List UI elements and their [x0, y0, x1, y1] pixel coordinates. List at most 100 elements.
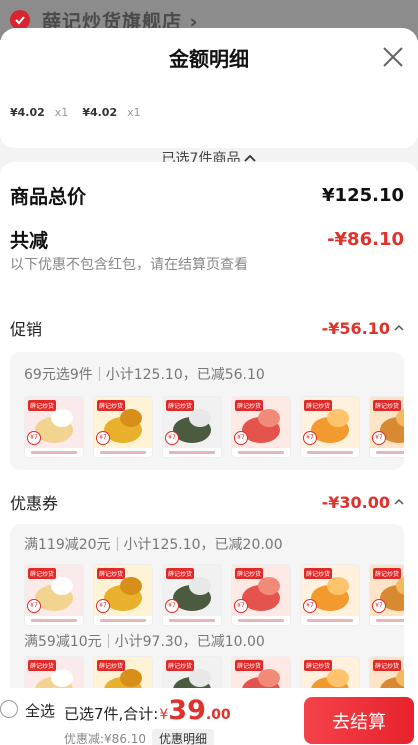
group-title: 满119减20元 — [24, 537, 111, 553]
group-header: 69元选9件 小计125.10，已减56.10 — [10, 352, 404, 396]
product-thumbnail[interactable]: 薛记炒货 ¥7 — [24, 396, 84, 458]
promotion-label: 促销 — [10, 320, 43, 339]
price-badge: ¥7 — [372, 599, 386, 613]
reduce-row: 共减 -¥86.10 — [10, 226, 404, 253]
brand-tag: 薛记炒货 — [166, 660, 195, 671]
brand-tag: 薛记炒货 — [373, 568, 402, 579]
amount-decimal: .00 — [205, 707, 231, 723]
coupon-group: 满119减20元 小计125.10，已减20.00 薛记炒货 ¥7 薛记炒货 ¥7 薛记… — [10, 524, 404, 688]
product-thumbnail[interactable]: 薛记炒货 ¥7 — [231, 396, 291, 458]
total-value: ¥125.10 — [322, 185, 404, 206]
product-thumbnail[interactable]: 薛记炒货 ¥7 — [231, 564, 291, 626]
brand-tag: 薛记炒货 — [304, 660, 333, 671]
currency-symbol: ¥ — [159, 707, 169, 723]
price-badge: ¥7 — [234, 431, 248, 445]
chevron-up-icon — [394, 324, 404, 331]
brand-tag: 薛记炒货 — [28, 400, 57, 411]
price-badge: ¥7 — [303, 431, 317, 445]
group-title: 满59减10元 — [24, 634, 102, 650]
checkout-button[interactable]: 去结算 — [304, 697, 414, 744]
brand-tag: 薛记炒货 — [166, 568, 195, 579]
discount-line: 优惠减:¥86.10 优惠明细 — [64, 729, 215, 745]
product-thumbnail[interactable]: 薛记炒货 ¥7 — [162, 396, 222, 458]
reduce-value: -¥86.10 — [327, 229, 404, 250]
brand-tag: 薛记炒货 — [97, 568, 126, 579]
reduce-label: 共减 — [10, 230, 49, 252]
brand-tag: 薛记炒货 — [97, 660, 126, 671]
select-all-radio[interactable] — [0, 700, 18, 718]
brand-tag: 薛记炒货 — [304, 568, 333, 579]
promotion-value: -¥56.10 — [321, 318, 390, 338]
product-thumbnail[interactable]: 薛记炒货 ¥7 — [369, 564, 404, 626]
sheet-header: 金额明细 — [0, 28, 418, 86]
group-subtotal: 小计97.30，已减10.00 — [114, 634, 265, 650]
brand-tag: 薛记炒货 — [97, 400, 126, 411]
price-badge: ¥7 — [27, 431, 41, 445]
item-price: ¥4.02 x1 — [10, 106, 69, 119]
promotion-group: 69元选9件 小计125.10，已减56.10 薛记炒货 ¥7 薛记炒货 ¥7 薛记炒货… — [10, 352, 404, 470]
product-thumbnail[interactable]: 薛记炒货¥7 — [93, 656, 153, 688]
total-summary: 已选7件,合计: ¥ 39 .00 — [64, 695, 231, 726]
discount-detail-button[interactable]: 优惠明细 — [152, 729, 215, 745]
price-badge: ¥7 — [96, 431, 110, 445]
sheet-title: 金额明细 — [169, 46, 249, 71]
price-badge: ¥7 — [234, 599, 248, 613]
checkout-bar: 全选 已选7件,合计: ¥ 39 .00 优惠减:¥86.10 优惠明细 去结算 — [0, 688, 418, 745]
close-icon — [383, 47, 403, 67]
price-badge: ¥7 — [165, 599, 179, 613]
product-thumbnail[interactable]: 薛记炒货 ¥7 — [300, 396, 360, 458]
select-all-label[interactable]: 全选 — [25, 700, 55, 721]
brand-tag: 薛记炒货 — [166, 400, 195, 411]
price-badge: ¥7 — [96, 599, 110, 613]
product-thumbnail[interactable]: 薛记炒货 ¥7 — [300, 564, 360, 626]
product-thumbnail[interactable]: 薛记炒货¥7 — [162, 656, 222, 688]
chevron-up-icon — [394, 498, 404, 505]
discount-note: 以下优惠不包含红包，请在结算页查看 — [10, 257, 248, 273]
amount-detail-sheet: ¥4.02 x1 ¥4.02 x1 已选7件商品 金额明细 商品总价 ¥125.10… — [0, 28, 418, 688]
product-thumbnail[interactable]: 薛记炒货 ¥7 — [93, 564, 153, 626]
coupon-value-group: -¥30.00 — [322, 493, 404, 512]
discount-amount: 优惠减:¥86.10 — [64, 732, 147, 745]
product-thumbs: 薛记炒货 ¥7 薛记炒货 ¥7 薛记炒货 ¥7 薛记炒货 ¥7 薛记炒货 ¥7 薛记炒货 ¥7 — [10, 564, 404, 626]
price-badge: ¥7 — [165, 431, 179, 445]
coupon-label: 优惠券 — [10, 494, 59, 513]
product-thumbnail[interactable]: 薛记炒货 ¥7 — [24, 564, 84, 626]
brand-tag: 薛记炒货 — [28, 568, 57, 579]
product-thumbnail[interactable]: 薛记炒货 ¥7 — [162, 564, 222, 626]
group-subtotal: 小计125.10，已减56.10 — [105, 367, 265, 383]
brand-tag: 薛记炒货 — [235, 568, 264, 579]
product-thumbnail[interactable]: 薛记炒货¥7 — [24, 656, 84, 688]
price-badge: ¥7 — [372, 431, 386, 445]
product-thumbnail[interactable]: 薛记炒货 ¥7 — [93, 396, 153, 458]
product-thumbnail[interactable]: 薛记炒货¥7 — [231, 656, 291, 688]
price-badge: ¥7 — [303, 599, 317, 613]
price-badge: ¥7 — [27, 599, 41, 613]
group-title: 69元选9件 — [24, 367, 93, 383]
brand-tag: 薛记炒货 — [28, 660, 57, 671]
store-check-icon[interactable] — [10, 10, 30, 30]
brand-tag: 薛记炒货 — [373, 660, 402, 671]
group-header: 满119减20元 小计125.10，已减20.00 — [10, 524, 404, 564]
close-button[interactable] — [378, 42, 408, 72]
group-header: 满59减10元 小计97.30，已减10.00 — [10, 626, 404, 656]
total-label: 商品总价 — [10, 186, 87, 208]
brand-tag: 薛记炒货 — [304, 400, 333, 411]
group-subtotal: 小计125.10，已减20.00 — [123, 537, 283, 553]
brand-tag: 薛记炒货 — [235, 660, 264, 671]
summary-prefix: 已选7件,合计: — [64, 705, 159, 723]
product-thumbnail[interactable]: 薛记炒货 ¥7 — [369, 396, 404, 458]
amount-integer: 39 — [168, 695, 206, 726]
brand-tag: 薛记炒货 — [373, 400, 402, 411]
product-thumbnail[interactable]: 薛记炒货¥7 — [369, 656, 404, 688]
item-price: ¥4.02 x1 — [82, 106, 141, 119]
price-strip: ¥4.02 x1 ¥4.02 x1 — [10, 106, 141, 119]
brand-tag: 薛记炒货 — [235, 400, 264, 411]
price-summary-card: 商品总价 ¥125.10 共减 -¥86.10 以下优惠不包含红包，请在结算页查… — [0, 162, 418, 688]
promotion-row[interactable]: 促销 -¥56.10 — [10, 316, 404, 340]
product-thumbs: 薛记炒货¥7 薛记炒货¥7 薛记炒货¥7 薛记炒货¥7 薛记炒货¥7 薛记炒货¥7 — [10, 656, 404, 688]
promotion-value-group: -¥56.10 — [322, 319, 404, 338]
coupon-value: -¥30.00 — [321, 492, 390, 512]
product-thumbs: 薛记炒货 ¥7 薛记炒货 ¥7 薛记炒货 ¥7 薛记炒货 ¥7 薛记炒货 ¥7 薛记炒货 ¥7 — [10, 396, 404, 458]
coupon-row[interactable]: 优惠券 -¥30.00 — [10, 490, 404, 514]
product-thumbnail[interactable]: 薛记炒货¥7 — [300, 656, 360, 688]
